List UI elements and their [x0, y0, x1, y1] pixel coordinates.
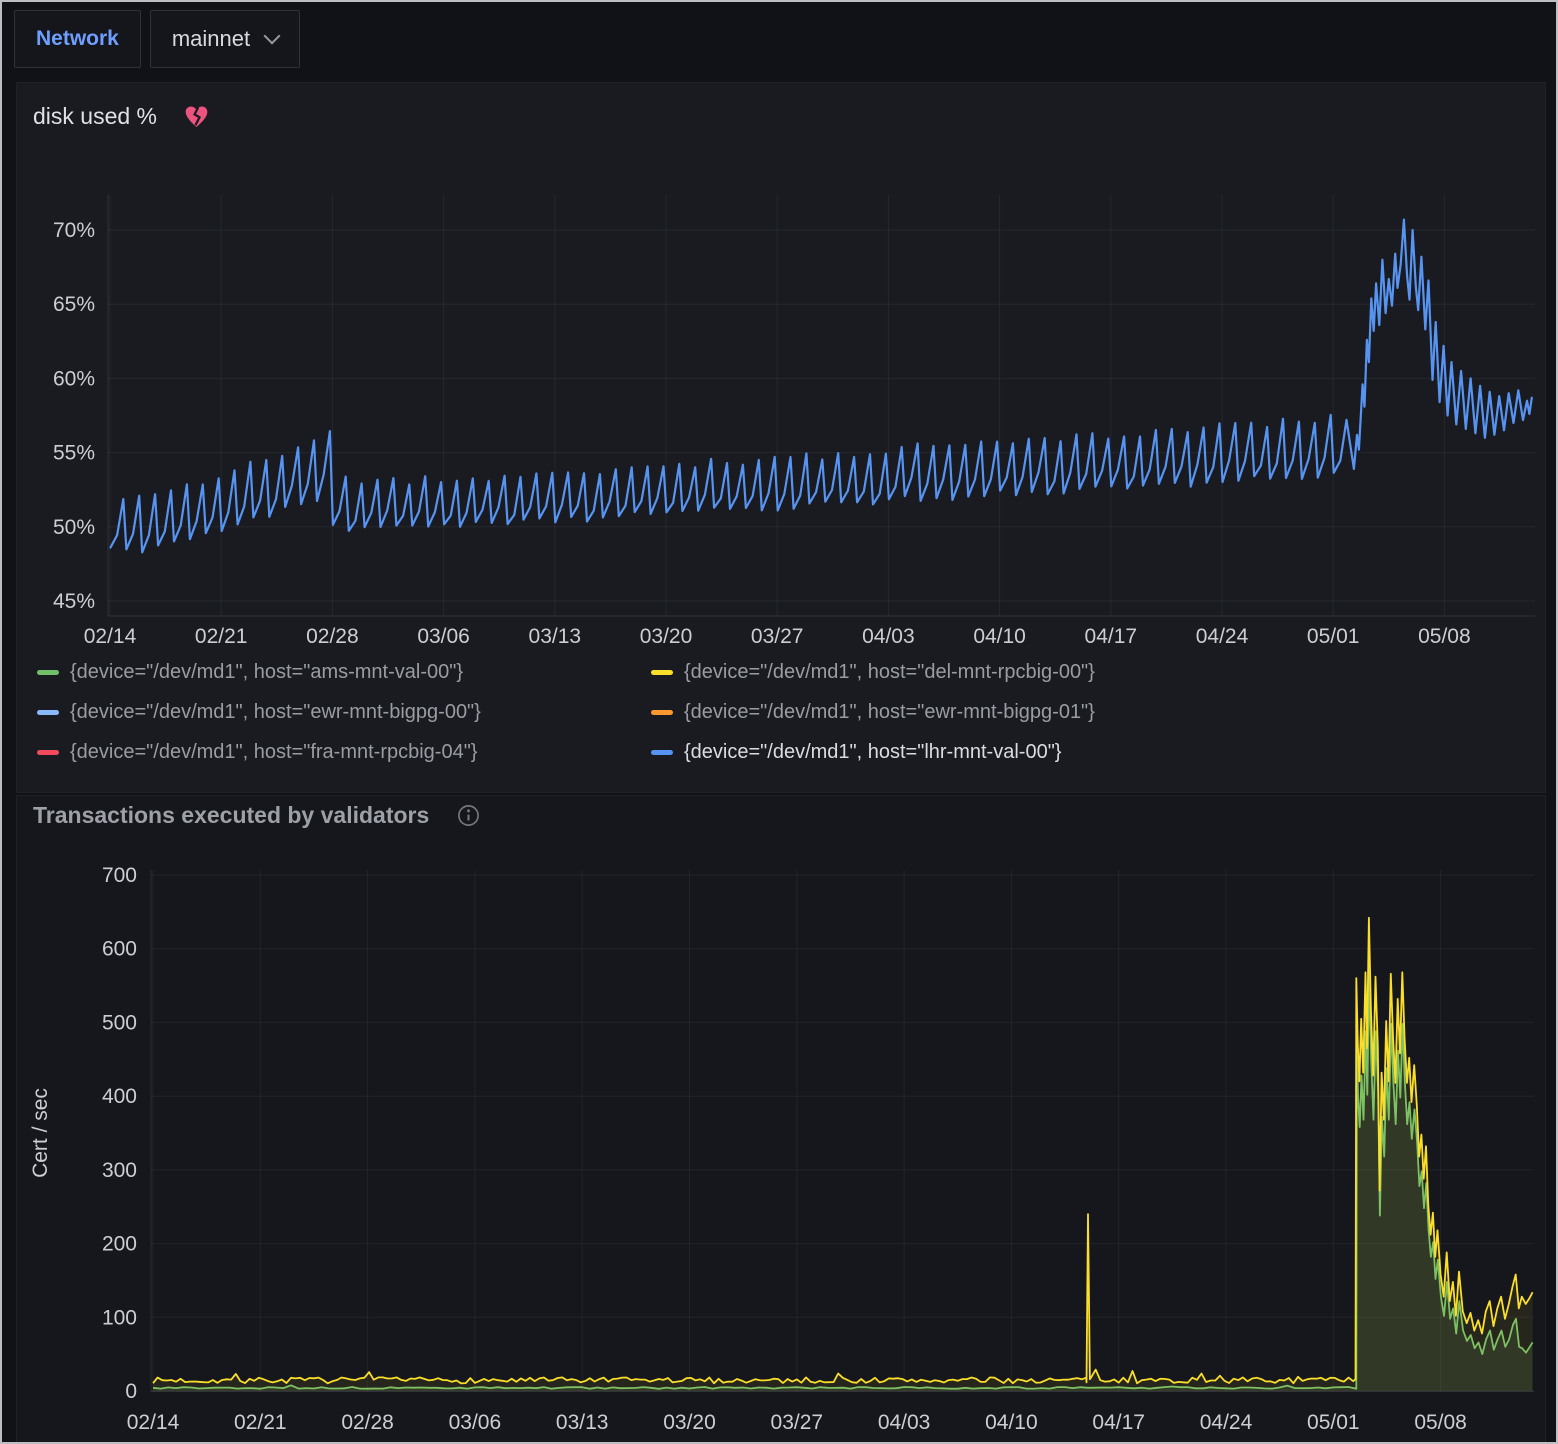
x-tick-label: 02/28 — [306, 625, 359, 648]
x-tick-label: 02/14 — [127, 1411, 180, 1434]
legend-row: {device="/dev/md1", host="ams-mnt-val-00… — [37, 661, 1095, 684]
x-tick-label: 03/27 — [751, 625, 804, 648]
x-tick-label: 03/13 — [556, 1411, 609, 1434]
x-tick-label: 05/08 — [1418, 625, 1471, 648]
area-green-series — [153, 969, 1533, 1391]
y-axis-label: Cert / sec — [29, 1088, 52, 1178]
grafana-dashboard: Network mainnet disk used % 45% 50% 55% 60%… — [0, 0, 1558, 1444]
panel-header: disk used % — [33, 103, 210, 130]
y-tick-label: 70% — [53, 219, 95, 242]
x-tick-label: 03/20 — [663, 1411, 716, 1434]
info-icon[interactable] — [457, 804, 480, 827]
y-tick-label: 600 — [102, 938, 137, 961]
panel-title[interactable]: Transactions executed by validators — [33, 802, 429, 829]
legend-color-swatch-icon — [37, 750, 59, 755]
panel-header: Transactions executed by validators — [33, 802, 480, 829]
x-tick-label: 05/01 — [1307, 625, 1360, 648]
network-variable-label: Network — [36, 27, 119, 51]
x-tick-label: 03/20 — [640, 625, 693, 648]
x-tick-label: 02/21 — [234, 1411, 287, 1434]
legend-label: {device="/dev/md1", host="ams-mnt-val-00… — [70, 661, 463, 684]
x-tick-label: 05/08 — [1414, 1411, 1467, 1434]
x-tick-label: 03/06 — [449, 1411, 502, 1434]
x-tick-label: 02/14 — [84, 625, 137, 648]
disk-used-panel: disk used % 45% 50% 55% 60% 65% 70% 02/14 02/21… — [16, 82, 1546, 793]
legend-row: {device="/dev/md1", host="ewr-mnt-bigpg-… — [37, 701, 1095, 724]
alert-broken-heart-icon — [183, 104, 210, 130]
series-yellow-series[interactable] — [153, 918, 1533, 1384]
x-tick-label: 05/01 — [1307, 1411, 1360, 1434]
network-variable-label-box: Network — [14, 10, 141, 68]
transactions-panel: Transactions executed by validators Cert… — [16, 795, 1546, 1444]
series-green-series[interactable] — [153, 969, 1533, 1388]
y-tick-label: 65% — [53, 293, 95, 316]
disk-used-chart[interactable]: 45% 50% 55% 60% 65% 70% 02/14 02/21 02/28 03/06 03… — [17, 173, 1545, 660]
legend-item[interactable]: {device="/dev/md1", host="ams-mnt-val-00… — [37, 661, 625, 684]
legend-row: {device="/dev/md1", host="fra-mnt-rpcbig… — [37, 741, 1095, 764]
legend-color-swatch-icon — [651, 670, 673, 675]
gridlines — [108, 195, 1535, 616]
area-yellow-series — [153, 918, 1533, 1391]
y-tick-label: 700 — [102, 864, 137, 887]
chevron-down-icon — [264, 27, 281, 44]
x-tick-label: 04/03 — [862, 625, 915, 648]
legend-color-swatch-icon — [37, 710, 59, 715]
y-tick-label: 400 — [102, 1085, 137, 1108]
legend-color-swatch-icon — [37, 670, 59, 675]
x-tick-label: 04/17 — [1085, 625, 1138, 648]
y-tick-label: 60% — [53, 367, 95, 390]
series-lhr-mnt-val-00[interactable] — [111, 220, 1532, 553]
legend-color-swatch-icon — [651, 710, 673, 715]
x-tick-label: 03/13 — [529, 625, 582, 648]
legend-label: {device="/dev/md1", host="ewr-mnt-bigpg-… — [684, 701, 1095, 724]
x-tick-label: 04/17 — [1092, 1411, 1145, 1434]
x-tick-label: 02/21 — [195, 625, 248, 648]
x-tick-label: 03/06 — [417, 625, 470, 648]
legend-item[interactable]: {device="/dev/md1", host="ewr-mnt-bigpg-… — [651, 701, 1095, 724]
y-tick-label: 55% — [53, 442, 95, 465]
x-tick-label: 03/27 — [771, 1411, 824, 1434]
legend-item[interactable]: {device="/dev/md1", host="lhr-mnt-val-00… — [651, 741, 1061, 764]
dashboard-variables-bar: Network mainnet — [14, 10, 300, 68]
legend-label: {device="/dev/md1", host="ewr-mnt-bigpg-… — [70, 701, 481, 724]
x-tick-label: 04/10 — [985, 1411, 1038, 1434]
y-tick-label: 200 — [102, 1233, 137, 1256]
x-tick-label: 04/24 — [1200, 1411, 1253, 1434]
y-tick-label: 100 — [102, 1306, 137, 1329]
transactions-chart[interactable]: Cert / sec 0 100 200 300 400 500 600 700 02/14 02… — [17, 846, 1545, 1444]
disk-used-legend: {device="/dev/md1", host="ams-mnt-val-00… — [37, 661, 1095, 764]
legend-label: {device="/dev/md1", host="fra-mnt-rpcbig… — [70, 741, 478, 764]
legend-item[interactable]: {device="/dev/md1", host="fra-mnt-rpcbig… — [37, 741, 625, 764]
legend-label: {device="/dev/md1", host="lhr-mnt-val-00… — [684, 741, 1061, 764]
y-tick-label: 50% — [53, 516, 95, 539]
x-tick-label: 04/03 — [878, 1411, 931, 1434]
panel-title[interactable]: disk used % — [33, 103, 157, 130]
legend-item[interactable]: {device="/dev/md1", host="ewr-mnt-bigpg-… — [37, 701, 625, 724]
legend-label: {device="/dev/md1", host="del-mnt-rpcbig… — [684, 661, 1095, 684]
x-tick-label: 04/24 — [1196, 625, 1249, 648]
x-tick-label: 04/10 — [973, 625, 1026, 648]
x-tick-label: 02/28 — [341, 1411, 394, 1434]
legend-color-swatch-icon — [651, 750, 673, 755]
y-tick-label: 500 — [102, 1011, 137, 1034]
y-tick-label: 45% — [53, 590, 95, 613]
legend-item[interactable]: {device="/dev/md1", host="del-mnt-rpcbig… — [651, 661, 1095, 684]
network-variable-value: mainnet — [172, 26, 250, 52]
gridlines — [151, 870, 1534, 1392]
y-tick-label: 0 — [125, 1380, 137, 1403]
network-variable-dropdown[interactable]: mainnet — [150, 10, 300, 68]
y-tick-label: 300 — [102, 1159, 137, 1182]
